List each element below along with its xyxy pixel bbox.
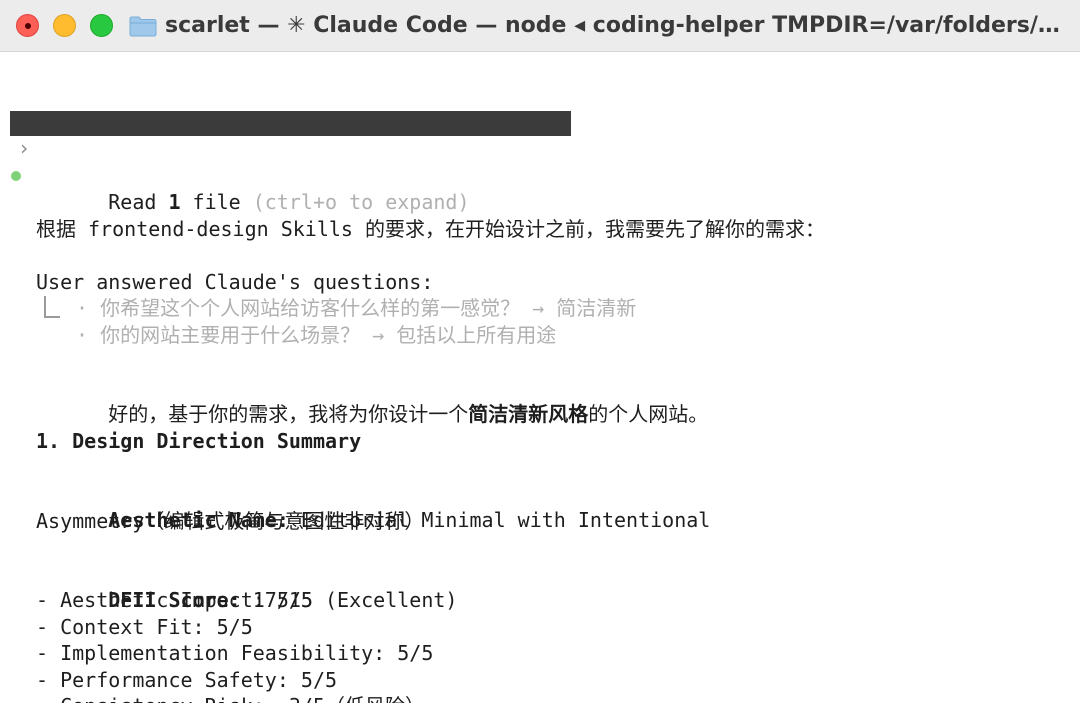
score-item: - Context Fit: 5/5 [36,615,253,639]
tree-connector-icon [44,296,60,318]
prompt-text: @frontend-design 帮我设计一个个人网站页面 [108,136,553,160]
score-item: - Consistency Risk: −3/5（低风险） [36,693,425,703]
folder-icon [129,14,157,38]
user-prompt: › @frontend-design 帮我设计一个个人网站页面 [10,111,571,160]
score-item: - Implementation Feasibility: 5/5 [36,641,434,665]
read-file-label: file [180,190,253,214]
section-heading: 1. Design Direction Summary [36,429,362,453]
prompt-chevron-icon: › [18,136,31,160]
terminal-window: scarlet — ✳ Claude Code — node ◂ coding-… [0,0,1080,703]
minimize-button[interactable] [53,14,76,37]
score-item: - Performance Safety: 5/5 [36,668,338,692]
qa-item: · 你希望这个个人网站给访客什么样的第一感觉？ → 简洁清新 [76,296,637,320]
status-dot-icon [11,171,21,181]
zoom-button[interactable] [90,14,113,37]
intro-text: 根据 frontend-design Skills 的要求，在开始设计之前，我需… [36,217,825,241]
answered-heading: User answered Claude's questions: [36,270,434,294]
score-item: - Aesthetic Impact: 5/5 [36,588,313,612]
expand-hint: (ctrl+o to expand) [252,190,470,214]
response-bold: 简洁清新风格 [468,402,589,426]
close-button[interactable] [16,14,39,37]
close-icon [25,23,31,29]
window-controls [16,14,113,37]
response-post: 的个人网站。 [588,402,709,426]
response-pre: 好的，基于你的需求，我将为你设计一个 [108,402,469,426]
read-count: 1 [168,190,181,214]
window-title: scarlet — ✳ Claude Code — node ◂ coding-… [165,13,1065,38]
read-label: Read [108,190,169,214]
qa-item: · 你的网站主要用于什么场景？ → 包括以上所有用途 [76,323,557,347]
aesthetic-value-cont: Asymmetry（编辑式极简与意图性非对称） [36,509,425,533]
title-bar: scarlet — ✳ Claude Code — node ◂ coding-… [0,0,1080,52]
